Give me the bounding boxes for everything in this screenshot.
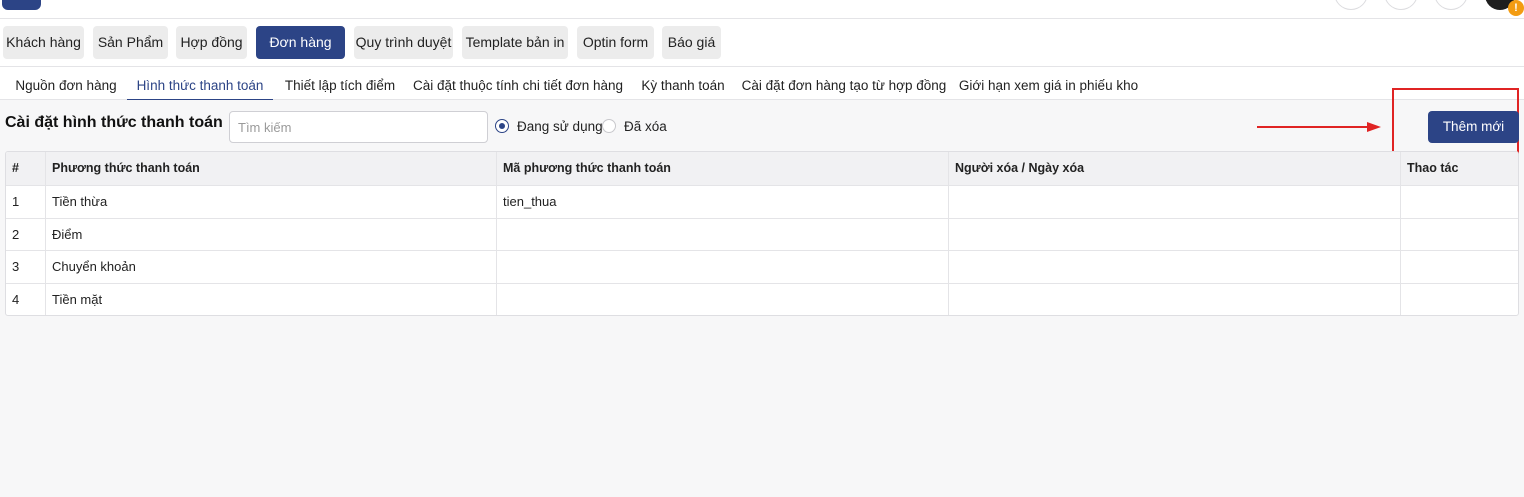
avatar-alert-badge: ! — [1508, 0, 1524, 16]
module-bar: Khách hàng Sản Phẩm Hợp đồng Đơn hàng Qu… — [0, 19, 1524, 67]
filter-deleted-radio[interactable] — [602, 119, 616, 133]
module-quy-trinh-duyet-button[interactable]: Quy trình duyệt — [354, 26, 453, 59]
cell-index: 2 — [12, 226, 20, 242]
payment-methods-table: # Phương thức thanh toán Mã phương thức … — [5, 151, 1519, 316]
cell-method: Tiền thừa — [45, 186, 496, 218]
filter-deleted-label[interactable]: Đã xóa — [624, 119, 667, 134]
column-header-method: Phương thức thanh toán — [45, 152, 496, 185]
cell-method: Tiền mặt — [45, 283, 496, 315]
cell-actions[interactable] — [1400, 186, 1518, 218]
table-row[interactable]: 3 Chuyển khoản — [6, 250, 1518, 283]
cell-method: Chuyển khoản — [45, 251, 496, 283]
module-don-hang-button[interactable]: Đơn hàng — [256, 26, 345, 59]
module-bao-gia-button[interactable]: Báo giá — [662, 26, 721, 59]
cell-code — [496, 251, 948, 283]
annotation-arrow — [1257, 122, 1381, 132]
tab-don-hang-tu-hop-dong[interactable]: Cài đặt đơn hàng tạo từ hợp đồng — [741, 67, 947, 100]
tab-thiet-lap-tich-diem[interactable]: Thiết lập tích điểm — [280, 67, 400, 100]
module-san-pham-button[interactable]: Sản Phẩm — [93, 26, 168, 59]
forward-icon[interactable] — [1434, 0, 1468, 10]
table-row[interactable]: 4 Tiền mặt — [6, 282, 1518, 315]
module-template-ban-in-button[interactable]: Template bản in — [462, 26, 568, 59]
cell-actions[interactable] — [1400, 283, 1518, 315]
module-khach-hang-button[interactable]: Khách hàng — [3, 26, 84, 59]
tab-nguon-don-hang[interactable]: Nguồn đơn hàng — [10, 67, 122, 100]
notification-bell-icon[interactable] — [1334, 0, 1368, 10]
tab-gioi-han-xem-gia[interactable]: Giới hạn xem giá in phiếu kho — [958, 67, 1139, 100]
cell-index: 1 — [12, 194, 20, 209]
tab-cai-dat-thuoc-tinh[interactable]: Cài đặt thuộc tính chi tiết đơn hàng — [410, 67, 626, 100]
column-header-index: # — [12, 161, 19, 175]
cell-actions[interactable] — [1400, 218, 1518, 250]
cell-deleted-by — [948, 251, 1400, 283]
column-header-actions: Thao tác — [1400, 152, 1518, 185]
filter-in-use-label[interactable]: Đang sử dụng — [517, 119, 603, 134]
cell-method: Điểm — [45, 218, 496, 250]
cell-index: 4 — [12, 291, 20, 307]
cell-code — [496, 283, 948, 315]
filter-in-use-radio[interactable] — [495, 119, 509, 133]
tab-ky-thanh-toan[interactable]: Kỳ thanh toán — [636, 67, 730, 100]
column-header-code: Mã phương thức thanh toán — [496, 152, 948, 185]
cell-actions[interactable] — [1400, 251, 1518, 283]
cell-deleted-by — [948, 283, 1400, 315]
page-title: Cài đặt hình thức thanh toán — [5, 114, 223, 131]
search-input[interactable] — [229, 111, 488, 143]
cell-deleted-by — [948, 186, 1400, 218]
cell-index: 3 — [12, 259, 20, 274]
chat-icon[interactable] — [1384, 0, 1418, 10]
settings-tabs: Nguồn đơn hàng Hình thức thanh toán Thiế… — [0, 67, 1524, 100]
table-row[interactable]: 1 Tiền thừa tien_thua — [6, 185, 1518, 218]
cell-code — [496, 218, 948, 250]
module-hop-dong-button[interactable]: Hợp đồng — [176, 26, 247, 59]
cell-deleted-by — [948, 218, 1400, 250]
cell-code: tien_thua — [496, 186, 948, 218]
tab-hinh-thuc-thanh-toan[interactable]: Hình thức thanh toán — [127, 67, 273, 100]
column-header-deleted-by: Người xóa / Ngày xóa — [948, 152, 1400, 185]
table-header-row: # Phương thức thanh toán Mã phương thức … — [6, 152, 1518, 185]
module-optin-form-button[interactable]: Optin form — [577, 26, 654, 59]
table-row[interactable]: 2 Điểm — [6, 217, 1518, 250]
top-bar: ! — [0, 0, 1524, 19]
app-logo[interactable] — [2, 0, 41, 10]
add-new-button[interactable]: Thêm mới — [1428, 111, 1519, 143]
